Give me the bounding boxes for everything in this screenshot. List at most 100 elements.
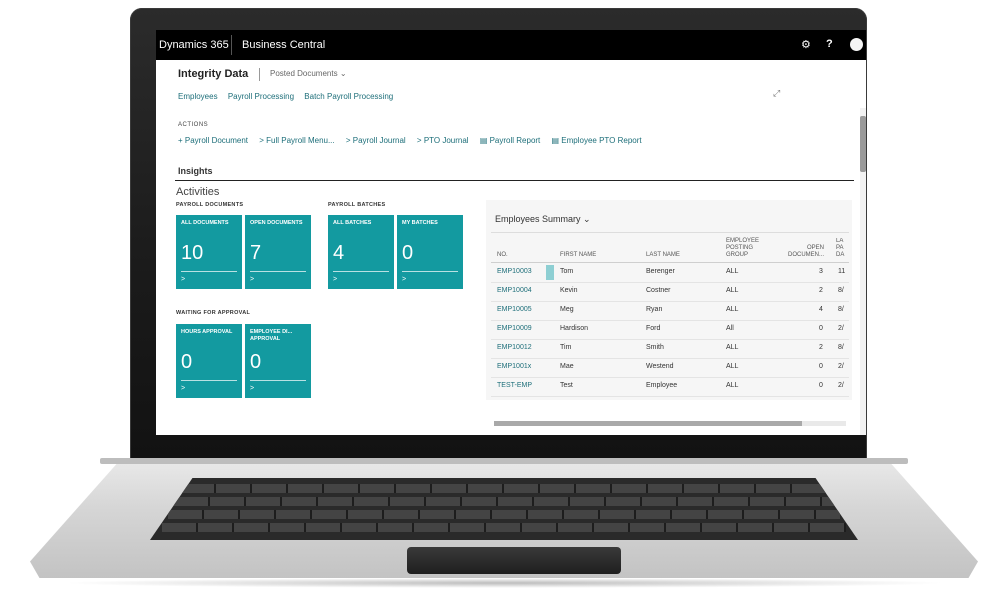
laptop-shadow [60,578,948,588]
nav-link-payroll-processing[interactable]: Payroll Processing [228,92,294,101]
tile-value: 0 [181,351,193,373]
cell-first-name: Tom [560,268,574,275]
topbar-divider [231,35,232,55]
table-row[interactable]: EMP10004 Kevin Costner ALL 2 8/ [491,283,849,301]
tile-label: HOURS APPROVAL [181,329,233,335]
help-icon[interactable]: ? [826,38,833,50]
group-label-payroll-documents: PAYROLL DOCUMENTS [176,202,244,208]
scrollbar-thumb[interactable] [860,116,866,172]
column-header-last-name[interactable]: LAST NAME [646,252,680,259]
group-label-waiting-for-approval: WAITING FOR APPROVAL [176,310,251,316]
cell-last-pay-date: 2/ [838,382,844,389]
tile-divider [250,380,306,381]
chevron-right-icon: > [181,385,186,392]
tile-value: 10 [181,242,204,264]
insights-heading: Insights [178,166,213,176]
cell-last-pay-date: 2/ [838,325,844,332]
tile-value: 4 [333,242,345,264]
nav-link-employees[interactable]: Employees [178,92,218,101]
chevron-down-icon: ⌄ [339,69,347,78]
column-header-employee-posting-group[interactable]: EMPLOYEE POSTING GROUP [726,238,770,259]
column-header-first-name[interactable]: FIRST NAME [560,252,596,259]
tile-all-documents[interactable]: ALL DOCUMENTS 10 > [176,215,242,289]
cell-first-name: Kevin [560,287,578,294]
cell-no[interactable]: EMP10004 [497,287,532,294]
cell-no[interactable]: EMP10003 [497,268,532,275]
cell-last-pay-date: 2/ [838,363,844,370]
laptop-hinge [100,458,908,464]
table-row[interactable]: EMP10009 Hardison Ford All 0 2/ [491,321,849,339]
tile-my-batches[interactable]: MY BATCHES 0 > [397,215,463,289]
nav-link-batch-payroll-processing[interactable]: Batch Payroll Processing [304,92,393,101]
cell-no[interactable]: EMP10009 [497,325,532,332]
key-row [168,510,840,519]
cell-no[interactable]: TEST-EMP [497,382,532,389]
cell-last-name: Costner [646,287,671,294]
table-row[interactable]: EMP10003 Tom Berenger ALL 3 11 [491,264,849,282]
table-row[interactable]: TEST-EMP Test Employee ALL 0 2/ [491,378,849,396]
tile-all-batches[interactable]: ALL BATCHES 4 > [328,215,394,289]
company-title: Integrity Data [178,68,249,80]
cell-open-documents: 0 [819,382,823,389]
tile-open-documents[interactable]: OPEN DOCUMENTS 7 > [245,215,311,289]
cell-posting-group: ALL [726,382,739,389]
tile-label: EMPLOYEE DI... APPROVAL [250,329,293,342]
avatar[interactable] [850,38,863,51]
tile-divider [333,271,389,272]
cell-posting-group: ALL [726,344,739,351]
action-employee-pto-report[interactable]: ▤ Employee PTO Report [552,136,642,145]
chevron-down-icon: ⌄ [583,214,591,224]
tile-employee-di-approval[interactable]: EMPLOYEE DI... APPROVAL 0 > [245,324,311,398]
column-header-no[interactable]: NO. [497,252,508,259]
table-row[interactable]: EMP1001x Mae Westend ALL 0 2/ [491,359,849,377]
row-menu-icon[interactable] [546,265,554,280]
tile-divider [181,271,237,272]
action-payroll-report[interactable]: ▤ Payroll Report [480,136,540,145]
group-label-payroll-batches: PAYROLL BATCHES [328,202,386,208]
tile-hours-approval[interactable]: HOURS APPROVAL 0 > [176,324,242,398]
tile-divider [181,380,237,381]
activities-heading: Activities [176,186,220,198]
horizontal-scrollbar-thumb[interactable] [494,421,802,426]
cell-open-documents: 0 [819,325,823,332]
cell-first-name: Tim [560,344,572,351]
tile-value: 0 [402,242,414,264]
employees-summary-menu[interactable]: Employees Summary ⌄ [495,214,591,225]
posted-documents-menu[interactable]: Posted Documents ⌄ [270,69,347,78]
insights-divider [175,180,854,181]
chevron-right-icon: > [250,385,255,392]
top-bar: Dynamics 365 Business Central ⚙ ? [156,30,866,60]
cell-no[interactable]: EMP10012 [497,344,532,351]
cell-last-name: Ford [646,325,661,332]
cell-posting-group: ALL [726,363,739,370]
chevron-right-icon: > [250,276,255,283]
cell-no[interactable]: EMP1001x [497,363,531,370]
employees-summary-title: Employees Summary [495,214,581,224]
table-row[interactable]: EMP10012 Tim Smith ALL 2 8/ [491,340,849,358]
app-screen: Dynamics 365 Business Central ⚙ ? Integr… [156,30,866,435]
product-name[interactable]: Business Central [242,39,325,51]
title-divider [259,68,260,81]
column-header-open-documents[interactable]: OPEN DOCUMEN... [784,245,824,259]
cell-no[interactable]: EMP10005 [497,306,532,313]
cell-open-documents: 0 [819,363,823,370]
cell-open-documents: 4 [819,306,823,313]
header-divider [491,262,849,263]
cell-first-name: Hardison [560,325,589,332]
cell-last-pay-date: 8/ [838,287,844,294]
action-full-payroll-menu[interactable]: > Full Payroll Menu... [259,136,334,145]
action-payroll-journal[interactable]: > Payroll Journal [346,136,406,145]
expand-icon[interactable]: ⤢ [773,88,780,99]
app-brand[interactable]: Dynamics 365 [159,39,229,51]
action-payroll-document[interactable]: + Payroll Document [178,136,248,145]
nav-links: Employees Payroll Processing Batch Payro… [178,92,401,101]
cell-open-documents: 2 [819,344,823,351]
cell-last-pay-date: 8/ [838,306,844,313]
column-header-last-pay-date[interactable]: LA PA DA [836,238,846,259]
cell-open-documents: 3 [819,268,823,275]
action-pto-journal[interactable]: > PTO Journal [417,136,469,145]
cell-last-pay-date: 8/ [838,344,844,351]
cell-posting-group: ALL [726,268,739,275]
table-row[interactable]: EMP10005 Meg Ryan ALL 4 8/ [491,302,849,320]
settings-icon[interactable]: ⚙ [801,38,811,51]
